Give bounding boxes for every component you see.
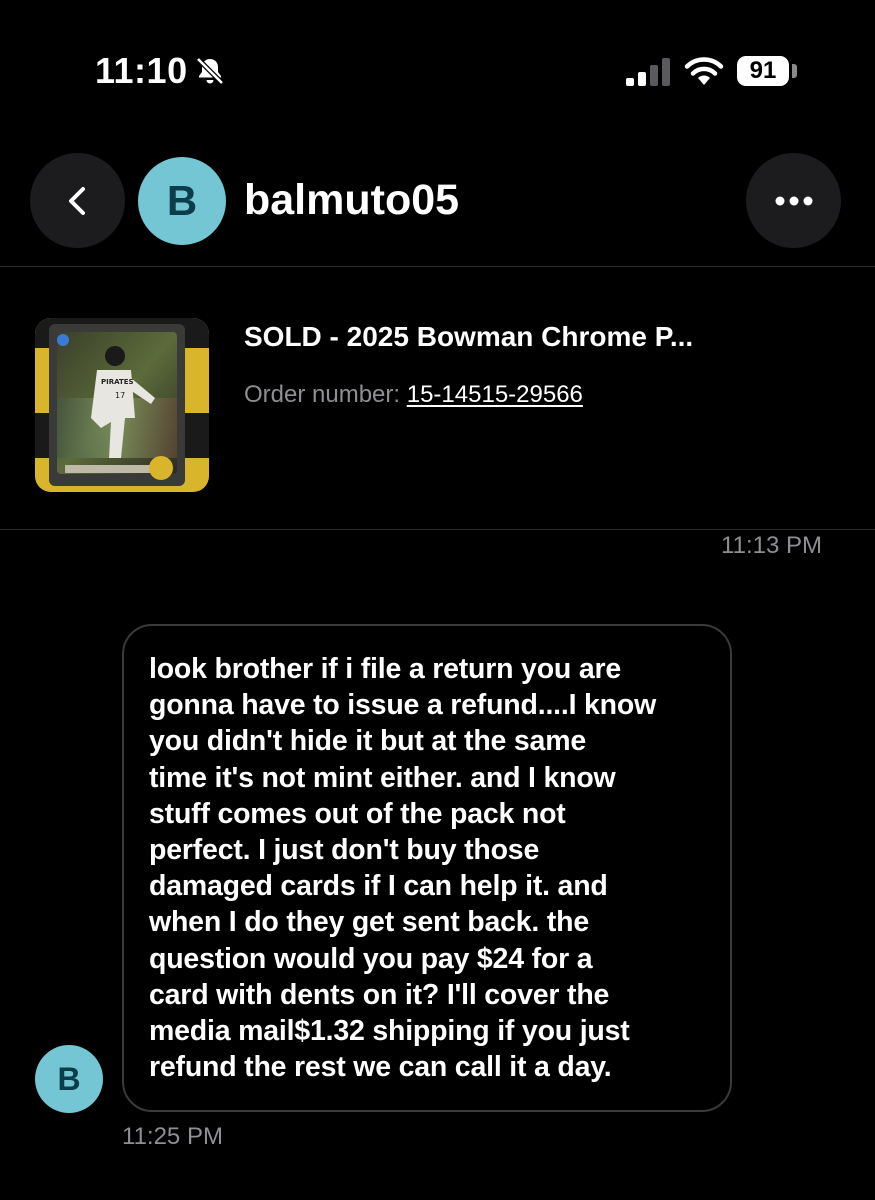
- order-number-label: Order number:: [244, 381, 401, 408]
- more-options-button[interactable]: [746, 153, 841, 248]
- more-icon: [775, 196, 812, 205]
- message-bubble[interactable]: look brother if i file a return you are …: [122, 624, 732, 1112]
- svg-text:PIRATES: PIRATES: [101, 378, 134, 386]
- item-thumbnail[interactable]: PIRATES 17: [35, 318, 209, 492]
- battery-nub: [792, 64, 797, 78]
- battery-icon: 91: [737, 56, 789, 86]
- back-button[interactable]: [30, 153, 125, 248]
- order-title[interactable]: SOLD - 2025 Bowman Chrome P...: [244, 318, 693, 356]
- order-number-row: Order number: 15-14515-29566: [244, 377, 583, 413]
- status-time-text: 11:10: [95, 50, 188, 91]
- battery-level: 91: [749, 57, 777, 84]
- status-bar-time: 11:10: [95, 50, 226, 92]
- trading-card-image: PIRATES 17: [35, 318, 209, 492]
- signal-icon: [626, 58, 670, 86]
- order-number-link[interactable]: 15-14515-29566: [407, 381, 583, 408]
- svg-text:17: 17: [115, 391, 125, 400]
- wifi-icon: [684, 57, 724, 85]
- order-timestamp: 11:13 PM: [721, 532, 822, 559]
- message-avatar[interactable]: B: [35, 1045, 103, 1113]
- header-divider: [0, 266, 875, 267]
- chevron-left-icon: [68, 186, 85, 215]
- avatar[interactable]: B: [138, 157, 226, 245]
- bell-slash-icon: [195, 57, 224, 85]
- conversation-username[interactable]: balmuto05: [244, 172, 459, 228]
- order-divider: [0, 529, 875, 530]
- message-timestamp: 11:25 PM: [122, 1123, 223, 1150]
- message-text: look brother if i file a return you are …: [149, 653, 657, 1084]
- message-avatar-initial: B: [57, 1060, 81, 1097]
- avatar-initial: B: [166, 177, 198, 224]
